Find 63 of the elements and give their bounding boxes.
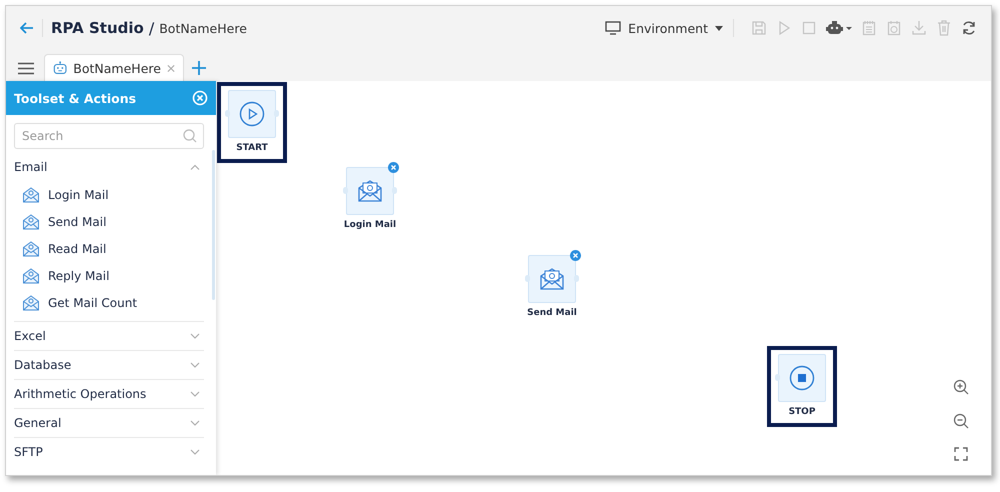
category-header[interactable]: Excel [14, 322, 204, 350]
envelope-icon [22, 214, 40, 230]
caret-icon [715, 26, 723, 30]
category-header[interactable]: Email [14, 153, 204, 181]
chevron-up-icon [190, 164, 200, 170]
category-header[interactable]: General [14, 409, 204, 437]
node-label: Login Mail [344, 220, 396, 230]
zoom-in-icon[interactable] [953, 379, 969, 395]
zoom-out-icon[interactable] [953, 413, 969, 429]
connector-port[interactable] [574, 275, 579, 282]
flow-node[interactable]: STOP [767, 346, 837, 427]
panel-title: Toolset & Actions [14, 90, 136, 106]
plus-icon [192, 61, 206, 75]
remove-icon[interactable] [570, 250, 581, 261]
chevron-down-icon [190, 362, 200, 368]
play-icon [239, 101, 265, 127]
search-field[interactable]: Search [14, 123, 204, 149]
fullscreen-icon[interactable] [954, 447, 968, 461]
flow-node[interactable]: Send Mail [514, 245, 590, 328]
monitor-icon [605, 21, 622, 35]
flow-node[interactable]: START [217, 82, 287, 163]
envelope-icon [357, 179, 383, 203]
envelope-icon [539, 267, 565, 291]
close-icon[interactable] [166, 64, 175, 72]
bot-tab[interactable]: BotNameHere [44, 54, 184, 81]
back-button[interactable] [18, 20, 36, 36]
envelope-icon [22, 268, 40, 284]
envelope-icon [22, 294, 40, 310]
action-item[interactable]: Get Mail Count [14, 289, 204, 316]
category-header[interactable]: Arithmetic Operations [14, 380, 204, 408]
stop-icon [789, 365, 815, 391]
robot-button[interactable] [826, 20, 852, 36]
chevron-down-icon [190, 391, 200, 397]
action-item[interactable]: Send Mail [14, 208, 204, 235]
action-item[interactable]: Login Mail [14, 181, 204, 208]
envelope-icon [22, 240, 40, 256]
chevron-down-icon [190, 449, 200, 455]
connector-port[interactable] [225, 110, 230, 117]
category-header[interactable]: SFTP [14, 438, 204, 466]
breadcrumb-separator: / [148, 18, 154, 38]
app-title: RPA Studio [51, 19, 144, 37]
bot-name: BotNameHere [159, 20, 247, 36]
node-label: Send Mail [527, 308, 577, 318]
connector-port[interactable] [775, 374, 780, 381]
action-item[interactable]: Read Mail [14, 235, 204, 262]
category-header[interactable]: Database [14, 351, 204, 379]
connector-port[interactable] [525, 275, 530, 282]
flow-node[interactable]: Login Mail [332, 157, 408, 240]
connector-port[interactable] [274, 110, 279, 117]
tab-label: BotNameHere [73, 60, 161, 76]
robot-icon [53, 60, 68, 76]
node-label: START [236, 143, 268, 153]
chevron-down-icon [190, 333, 200, 339]
envelope-icon [22, 186, 40, 202]
environment-dropdown[interactable]: Environment [601, 20, 727, 36]
remove-icon[interactable] [388, 162, 399, 173]
refresh-button[interactable] [961, 20, 977, 36]
connector-port[interactable] [392, 187, 397, 194]
node-label: STOP [788, 407, 816, 417]
search-icon [183, 129, 197, 143]
chevron-down-icon [190, 420, 200, 426]
action-item[interactable]: Reply Mail [14, 262, 204, 289]
connector-port[interactable] [343, 187, 348, 194]
